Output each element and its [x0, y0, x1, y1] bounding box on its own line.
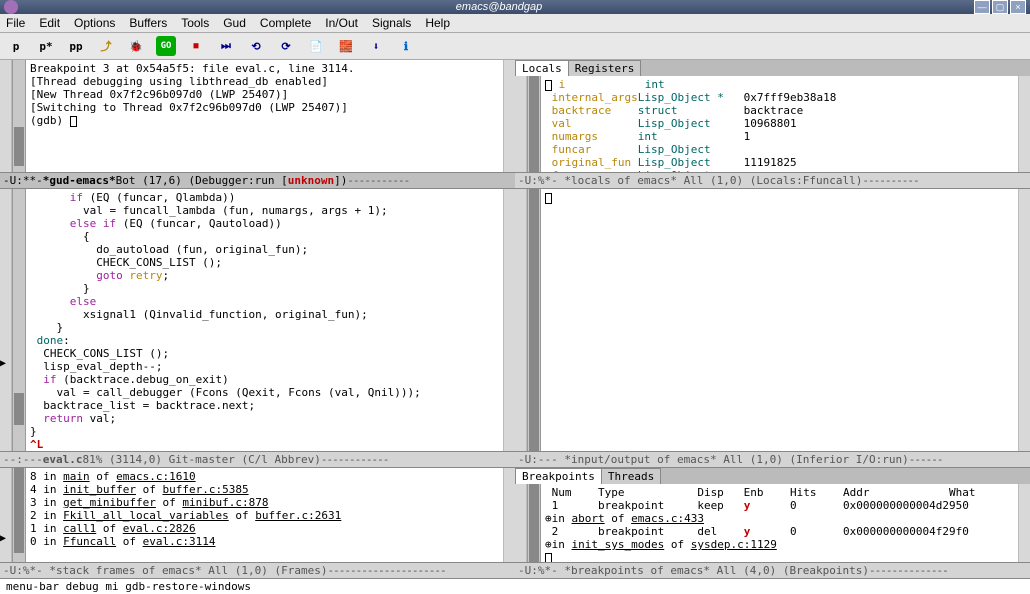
app-icon	[4, 0, 18, 14]
breakpoints-buffer[interactable]: Num Type Disp Enb Hits Addr What 1 break…	[541, 484, 1018, 562]
buffer-name: *gud-emacs*	[43, 174, 116, 187]
tool-btn-1[interactable]: p*	[36, 36, 56, 56]
tool-btn-4[interactable]: 🐞	[126, 36, 146, 56]
tool-btn-10[interactable]: 📄	[306, 36, 326, 56]
menu-help[interactable]: Help	[425, 16, 450, 30]
modeline-locals[interactable]: -U:%*- *locals of emacs* All (1,0) (Loca…	[515, 172, 1030, 189]
scrollbar[interactable]	[527, 189, 541, 451]
menu-file[interactable]: File	[6, 16, 25, 30]
scrollbar[interactable]	[12, 60, 26, 172]
buffer-name: eval.c	[43, 453, 83, 466]
tool-btn-7[interactable]: ⏭	[216, 36, 236, 56]
titlebar: emacs@bandgap — ▢ ×	[0, 0, 1030, 14]
menubar: File Edit Options Buffers Tools Gud Complete In…	[0, 14, 1030, 33]
close-button[interactable]: ×	[1010, 0, 1026, 14]
fringe	[1018, 484, 1030, 562]
locals-buffer[interactable]: i int internal_argsLisp_Object * 0x7fff9…	[541, 76, 1018, 172]
tool-btn-6[interactable]: ⏹	[186, 36, 206, 56]
menu-signals[interactable]: Signals	[372, 16, 411, 30]
tool-btn-13[interactable]: ℹ	[396, 36, 416, 56]
fringe	[515, 484, 527, 562]
menu-buffers[interactable]: Buffers	[129, 16, 167, 30]
menu-tools[interactable]: Tools	[181, 16, 209, 30]
menu-options[interactable]: Options	[74, 16, 115, 30]
tool-btn-0[interactable]: p	[6, 36, 26, 56]
maximize-button[interactable]: ▢	[992, 0, 1008, 14]
modeline-io[interactable]: -U:--- *input/output of emacs* All (1,0)…	[515, 451, 1030, 468]
fringe	[1018, 189, 1030, 451]
fringe	[503, 468, 515, 562]
tool-btn-12[interactable]: ⬇	[366, 36, 386, 56]
scrollbar[interactable]	[12, 189, 26, 451]
gud-buffer[interactable]: Breakpoint 3 at 0x54a5f5: file eval.c, l…	[26, 60, 503, 172]
tab-breakpoints[interactable]: Breakpoints	[515, 468, 602, 484]
menu-complete[interactable]: Complete	[260, 16, 311, 30]
stack-buffer[interactable]: 8 in main of emacs.c:1610 4 in init_buff…	[26, 468, 503, 562]
tool-btn-8[interactable]: ⟲	[246, 36, 266, 56]
bp-tabbar: Breakpoints Threads	[515, 468, 1030, 484]
fringe: ▶	[0, 468, 12, 562]
fringe	[503, 189, 515, 451]
fringe	[503, 60, 515, 172]
tool-btn-9[interactable]: ⟳	[276, 36, 296, 56]
source-buffer[interactable]: if (EQ (funcar, Qlambda)) val = funcall_…	[26, 189, 503, 451]
tab-locals[interactable]: Locals	[515, 60, 569, 76]
minibuffer[interactable]: menu-bar debug mi gdb-restore-windows	[0, 579, 1030, 594]
locals-tabbar: Locals Registers	[515, 60, 1030, 76]
modeline-source[interactable]: --:--- eval.c 81% (3114,0) Git-master (C…	[0, 451, 515, 468]
tab-threads[interactable]: Threads	[601, 468, 661, 484]
fringe	[1018, 76, 1030, 172]
fringe	[515, 76, 527, 172]
scrollbar[interactable]	[527, 76, 541, 172]
modeline-stack[interactable]: -U:%*- *stack frames of emacs* All (1,0)…	[0, 562, 515, 579]
fringe	[515, 189, 527, 451]
menu-gud[interactable]: Gud	[223, 16, 246, 30]
modeline-breakpoints[interactable]: -U:%*- *breakpoints of emacs* All (4,0) …	[515, 562, 1030, 579]
toolbar: p p* pp ⤴ 🐞 GO ⏹ ⏭ ⟲ ⟳ 📄 🧱 ⬇ ℹ	[0, 33, 1030, 60]
io-buffer[interactable]	[541, 189, 1018, 451]
current-line-marker: ▶	[0, 358, 6, 369]
current-frame-marker: ▶	[0, 533, 6, 544]
tool-btn-2[interactable]: pp	[66, 36, 86, 56]
scrollbar[interactable]	[12, 468, 26, 562]
tool-btn-5[interactable]: GO	[156, 36, 176, 56]
fringe: ▶	[0, 189, 12, 451]
scrollbar[interactable]	[527, 484, 541, 562]
window-title: emacs@bandgap	[24, 1, 974, 13]
tool-btn-3[interactable]: ⤴	[96, 36, 116, 56]
tool-btn-11[interactable]: 🧱	[336, 36, 356, 56]
tab-registers[interactable]: Registers	[568, 60, 642, 76]
minimize-button[interactable]: —	[974, 0, 990, 14]
fringe	[0, 60, 12, 172]
menu-edit[interactable]: Edit	[39, 16, 60, 30]
menu-in/out[interactable]: In/Out	[325, 16, 358, 30]
modeline-gud[interactable]: -U:**- *gud-emacs* Bot (17,6) (Debugger:…	[0, 172, 515, 189]
